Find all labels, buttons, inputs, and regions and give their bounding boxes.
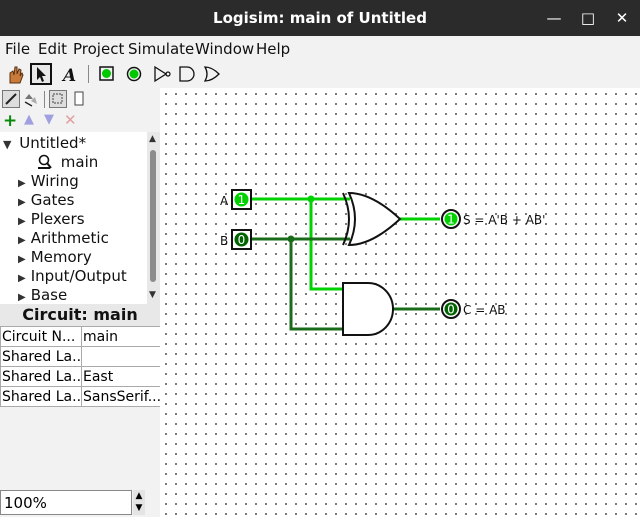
output-pin-s[interactable]: 1 [441,209,461,229]
wire-junction [307,195,315,203]
circuit-diagram: 1 A 0 B 1 S = A'B + AB' 0 C = AB [220,189,545,336]
pin-label: B [220,234,228,248]
output-pin-c[interactable]: 0 [441,299,461,319]
input-pin-b[interactable]: 0 [231,229,252,250]
input-pin-a[interactable]: 1 [231,189,252,210]
xor-gate[interactable] [342,191,402,247]
pin-label: C = AB [463,303,506,317]
and-gate[interactable] [342,282,394,336]
pin-value: 1 [447,213,455,227]
pin-value: 0 [447,303,455,317]
pin-label: S = A'B + AB' [463,213,545,227]
pin-value: 0 [238,233,246,247]
pin-label: A [220,194,229,208]
pin-value: 1 [238,193,246,207]
wire-junction [287,235,295,243]
wire-a[interactable] [251,197,440,291]
